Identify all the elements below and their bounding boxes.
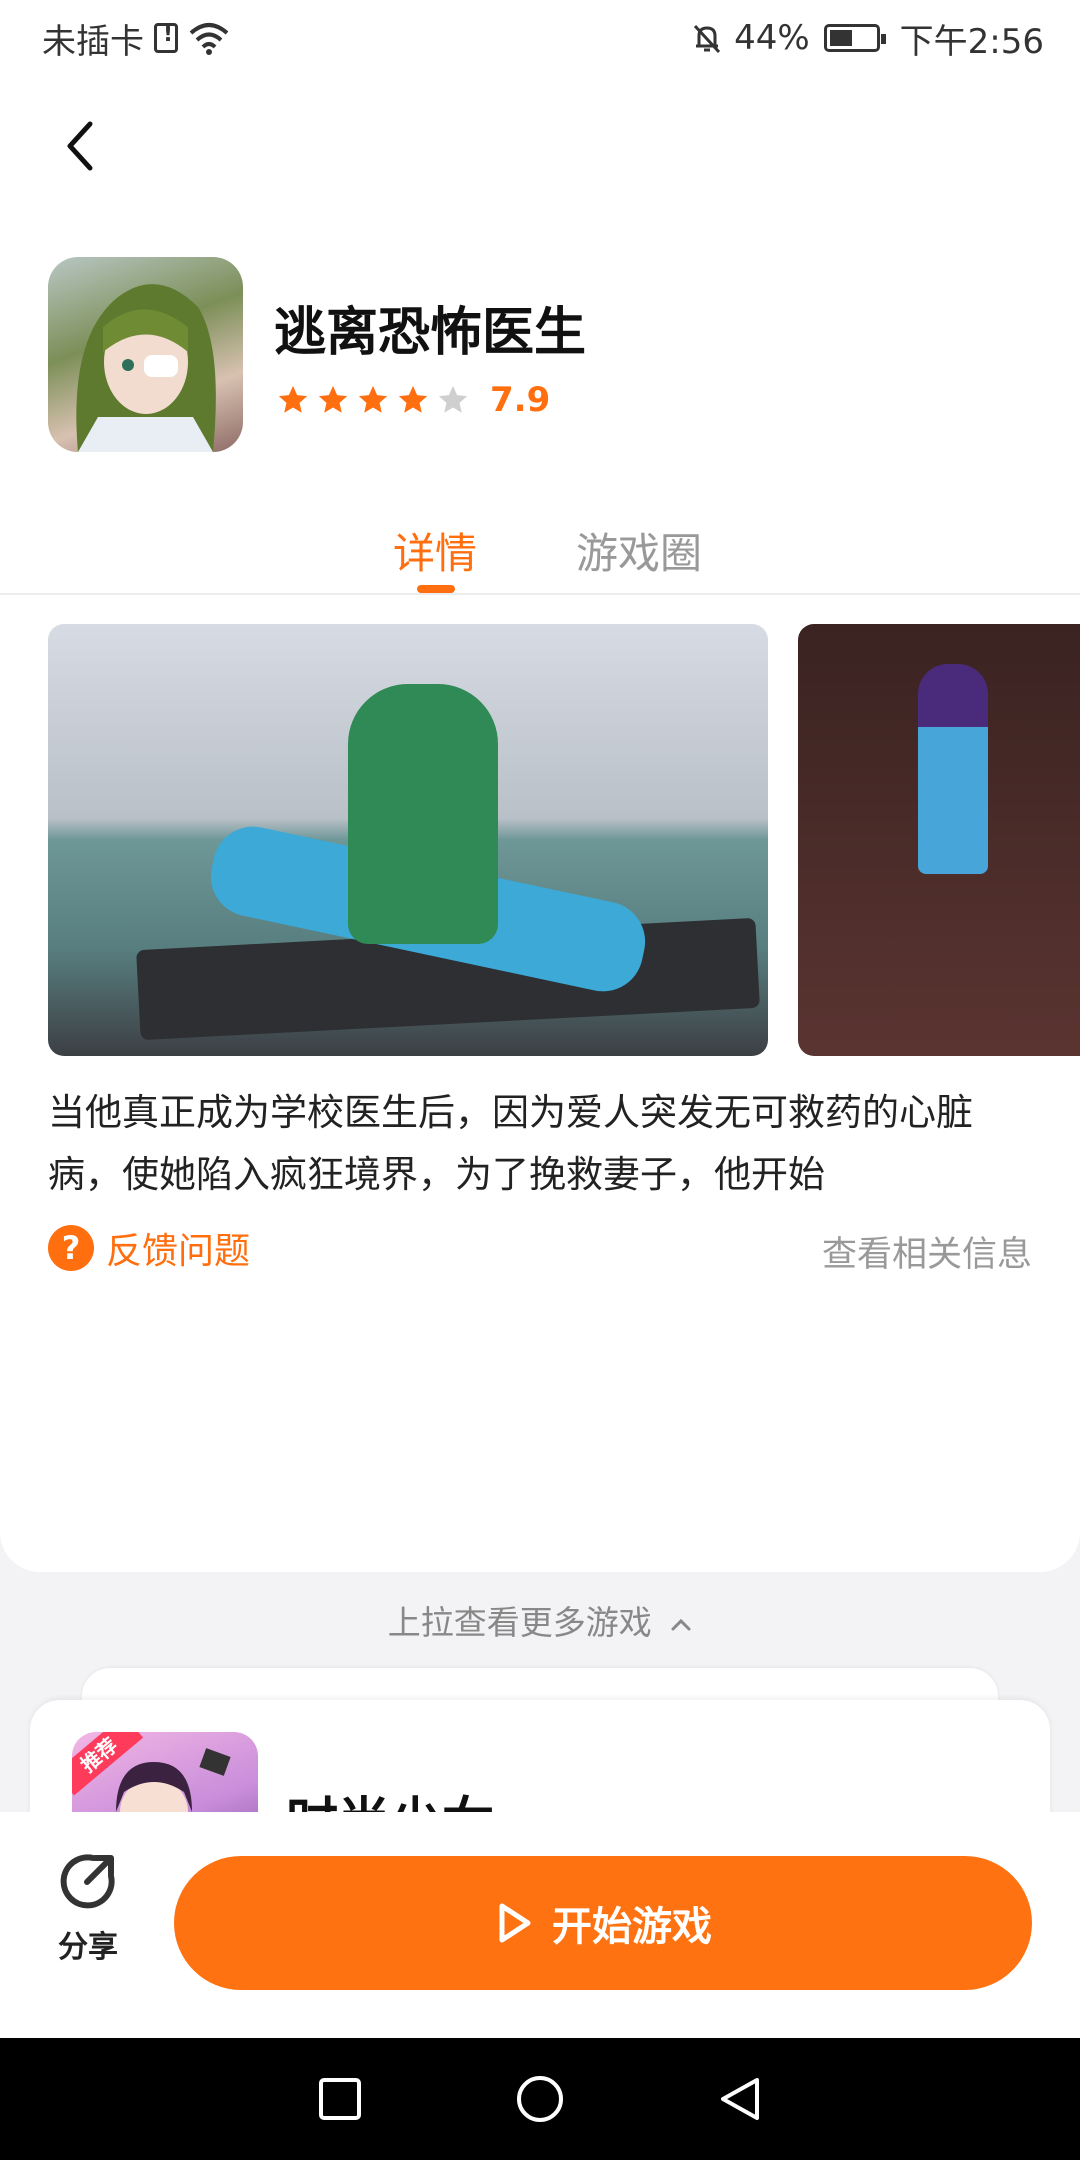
star-filled-icon <box>318 385 348 413</box>
start-game-label: 开始游戏 <box>552 1904 712 1950</box>
tab-active-indicator <box>417 585 455 593</box>
play-icon <box>499 1903 531 1943</box>
app-icon-art <box>76 284 216 452</box>
screenshot-2[interactable] <box>798 624 1080 1056</box>
battery-charging-icon <box>823 24 886 52</box>
tab-game-circle[interactable]: 游戏圈 <box>576 520 702 581</box>
app-title: 逃离恐怖医生 <box>274 303 587 363</box>
battery-percent: 44% <box>734 18 810 58</box>
star-filled-icon <box>278 385 308 413</box>
feedback-label: 反馈问题 <box>106 1231 251 1272</box>
feedback-button[interactable]: ? 反馈问题 <box>48 1222 250 1274</box>
recent-apps-icon[interactable] <box>315 2074 365 2124</box>
share-icon <box>60 1854 115 1909</box>
share-button[interactable]: 分享 <box>48 1850 128 1966</box>
wifi-icon <box>189 23 229 55</box>
screenshot-character <box>918 664 988 874</box>
tab-bar: 详情 游戏圈 <box>0 505 1080 595</box>
status-left: 未插卡 <box>42 14 230 63</box>
chevron-up-icon <box>671 1618 691 1630</box>
star-empty-icon <box>438 385 468 413</box>
system-nav-bar <box>0 2038 1080 2160</box>
status-right: 44% 下午2:56 <box>690 14 1044 63</box>
screenshot-1[interactable] <box>48 624 768 1056</box>
pull-up-hint[interactable]: 上拉查看更多游戏 <box>0 1596 1080 1644</box>
game-description: 当他真正成为学校医生后，因为爱人突发无可救药的心脏病，使她陷入疯狂境界，为了挽救… <box>48 1091 973 1196</box>
status-time: 下午2:56 <box>899 21 1044 62</box>
bottom-action-bar: 分享 开始游戏 <box>0 1812 1080 2038</box>
screenshot-doctor <box>348 684 498 944</box>
start-game-button[interactable]: 开始游戏 <box>174 1856 1032 1990</box>
home-icon[interactable] <box>515 2074 565 2124</box>
app-icon <box>48 257 243 452</box>
back-nav-icon[interactable] <box>715 2074 765 2124</box>
share-label: 分享 <box>58 1930 118 1965</box>
screen: 未插卡 44% 下午2:56 <box>0 0 1080 2160</box>
status-bar: 未插卡 44% 下午2:56 <box>0 0 1080 76</box>
pull-up-label: 上拉查看更多游戏 <box>387 1603 652 1642</box>
rating-value: 7.9 <box>490 380 551 420</box>
carrier-text: 未插卡 <box>42 21 144 62</box>
tab-details[interactable]: 详情 <box>393 520 477 581</box>
chevron-left-icon[interactable] <box>56 114 104 178</box>
bell-off-icon <box>693 24 721 54</box>
rating: 7.9 <box>276 380 550 420</box>
related-info-link[interactable]: 查看相关信息 <box>822 1226 1032 1277</box>
question-icon: ? <box>48 1225 94 1271</box>
star-filled-icon <box>358 385 388 413</box>
sim-alert-icon <box>154 22 178 53</box>
star-filled-icon <box>398 385 428 413</box>
